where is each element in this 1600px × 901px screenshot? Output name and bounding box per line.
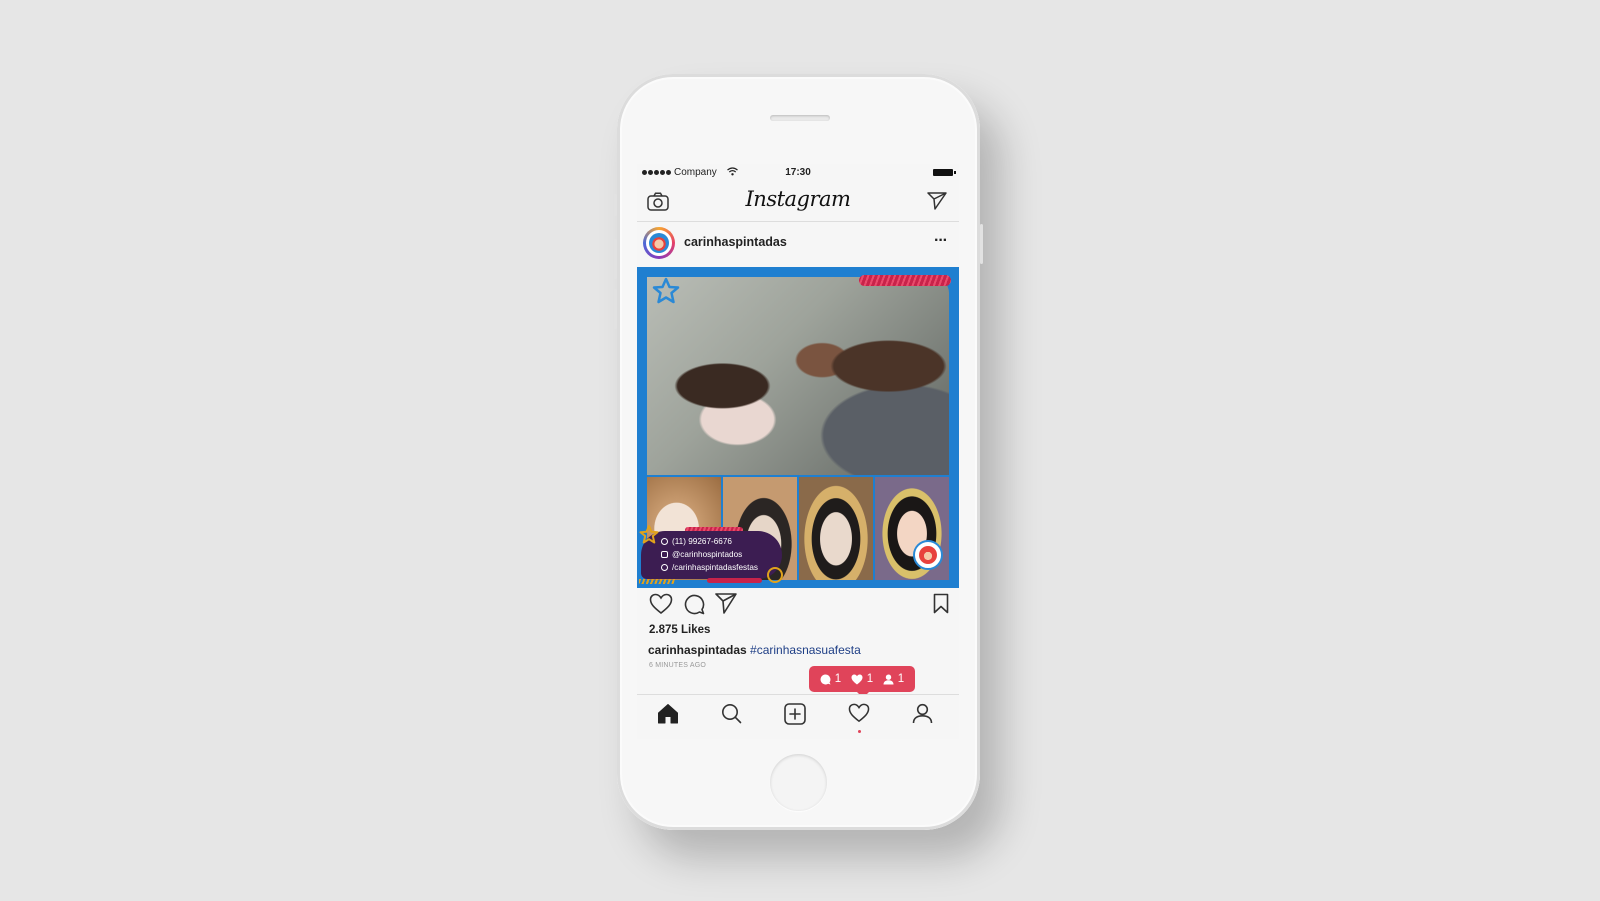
power-button (980, 224, 983, 264)
instagram-logo: Instagram (745, 187, 851, 211)
caption-hashtag[interactable]: #carinhasnasuafesta (750, 643, 861, 657)
decorative-stripe (707, 578, 762, 583)
comment-bubble-icon (820, 674, 831, 684)
phone-device: Company 17:30 Instagram carinhaspintadas… (614, 74, 983, 830)
notification-follows: 1 (883, 673, 904, 685)
star-icon (639, 525, 659, 548)
contact-instagram-text: @carinhospintados (672, 550, 743, 559)
decorative-stripe (639, 579, 675, 584)
star-icon (651, 277, 681, 310)
volume-up-button (614, 239, 617, 279)
new-post-icon[interactable] (784, 703, 806, 730)
contact-phone-text: (11) 99267-6676 (672, 537, 732, 546)
status-bar: Company 17:30 (637, 164, 959, 182)
post-username[interactable]: carinhaspintadas (684, 235, 787, 249)
bottom-tab-bar (637, 694, 959, 739)
notification-follows-count: 1 (897, 673, 905, 685)
share-icon[interactable] (715, 593, 737, 619)
likes-count[interactable]: 2.875 Likes (649, 624, 710, 636)
instagram-icon (661, 551, 668, 558)
home-icon[interactable] (657, 703, 679, 729)
decorative-stripe (859, 275, 951, 286)
avatar[interactable] (643, 227, 675, 259)
earpiece-speaker (770, 115, 830, 121)
person-icon (883, 674, 894, 684)
activity-heart-icon[interactable] (848, 703, 870, 728)
profile-icon[interactable] (912, 703, 933, 729)
phone-screen: Company 17:30 Instagram carinhaspintadas… (637, 164, 959, 739)
contact-card: (11) 99267-6676 @carinhospintados /carin… (639, 525, 782, 579)
post-header: carinhaspintadas ··· (637, 222, 959, 267)
top-navigation: Instagram (637, 183, 959, 222)
whatsapp-icon (661, 538, 668, 545)
contact-instagram: @carinhospintados (661, 548, 782, 561)
post-caption: carinhaspintadas #carinhasnasuafesta (648, 643, 861, 657)
battery-icon (933, 169, 956, 176)
contact-phone: (11) 99267-6676 (661, 535, 782, 548)
contact-facebook-text: /carinhaspintadasfestas (672, 563, 759, 572)
facebook-icon (661, 564, 668, 571)
activity-notification-bubble[interactable]: 1 1 1 (809, 666, 915, 698)
status-time: 17:30 (785, 167, 811, 178)
direct-message-icon[interactable] (927, 192, 947, 215)
face-painting-photo (647, 277, 949, 475)
photo-thumbnail (799, 477, 873, 580)
brand-logo-badge (913, 540, 943, 570)
volume-down-button (614, 289, 617, 329)
caption-username[interactable]: carinhaspintadas (648, 643, 747, 657)
side-button (614, 194, 617, 216)
more-options-icon[interactable]: ··· (934, 232, 948, 250)
post-actions (637, 590, 959, 620)
photo-thumbnail (875, 477, 949, 580)
notification-comments: 1 (820, 673, 841, 685)
post-image[interactable]: (11) 99267-6676 @carinhospintados /carin… (637, 267, 959, 588)
bookmark-icon[interactable] (933, 593, 949, 619)
notification-likes: 1 (851, 673, 873, 685)
like-icon[interactable] (649, 593, 673, 620)
decorative-ring (767, 567, 783, 583)
heart-filled-icon (851, 674, 863, 684)
search-icon[interactable] (721, 703, 742, 729)
comment-icon[interactable] (683, 593, 705, 620)
post-timestamp: 6 MINUTES AGO (649, 662, 707, 669)
activity-indicator-dot (858, 730, 861, 733)
notification-likes-count: 1 (866, 673, 874, 685)
contact-facebook: /carinhaspintadasfestas (661, 561, 782, 574)
home-button[interactable] (770, 754, 827, 811)
notification-comments-count: 1 (834, 673, 842, 685)
